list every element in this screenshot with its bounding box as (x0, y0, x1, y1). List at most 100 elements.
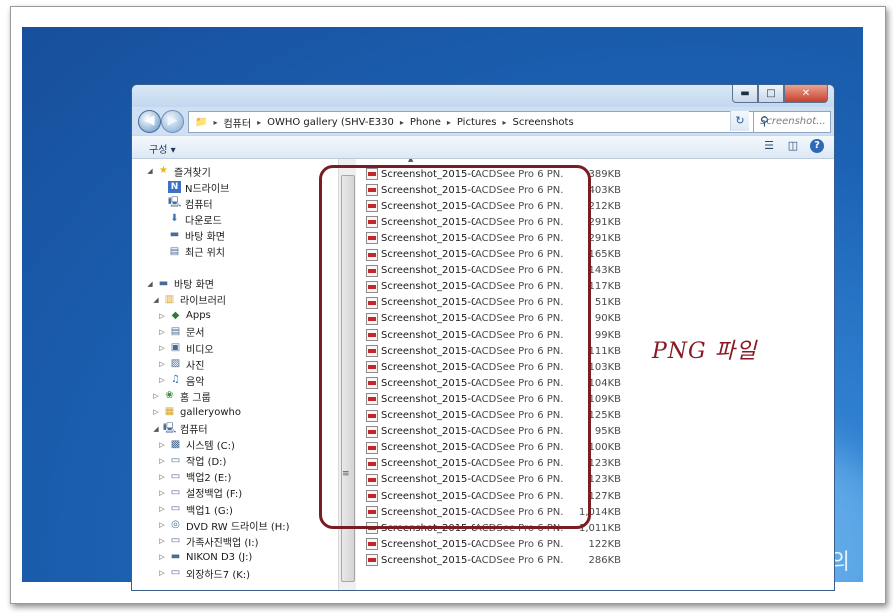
nav-tree-item[interactable]: ▷ ▭ 외장하드7 (K:) (158, 565, 250, 581)
nav-tree-item[interactable]: ▷ ▨ 사진 (158, 356, 204, 372)
nav-tree-item[interactable]: ▷ ▭ 설정백업 (F:) (158, 485, 242, 501)
nav-tree-item[interactable]: ▷ ❀ 홈 그룹 (152, 388, 211, 404)
nav-tree-item[interactable]: ▷ ◎ DVD RW 드라이브 (H:) (158, 517, 289, 533)
breadcrumb-separator-icon[interactable]: ▸ (257, 118, 261, 127)
expand-arrow-icon[interactable]: ▷ (158, 344, 166, 352)
nav-tree-item[interactable]: ▷ ▭ 작업 (D:) (158, 453, 226, 469)
library-icon: ▥ (164, 293, 175, 305)
file-type: ACDSee Pro 6 PN... (475, 538, 563, 550)
expand-arrow-icon[interactable]: ▷ (158, 312, 166, 320)
nav-tree-item[interactable]: ▷ ▬ NIKON D3 (J:) (158, 549, 252, 565)
nav-item-label: 컴퓨터 (180, 425, 208, 436)
expand-arrow-icon[interactable]: ◢ (152, 296, 160, 304)
maximize-button[interactable]: □ (758, 85, 784, 103)
nav-tree-item[interactable]: ▷ ▭ 가족사진백업 (I:) (158, 533, 259, 549)
nav-item-label: 가족사진백업 (I:) (186, 537, 259, 549)
computer-icon: 🖳 (163, 422, 177, 434)
forward-button[interactable]: ▶ (161, 110, 184, 133)
close-button[interactable]: ✕ (784, 85, 828, 103)
breadcrumb-item[interactable]: Screenshots (513, 117, 574, 128)
nav-tree-item[interactable]: ◢ ▥ 라이브러리 (152, 292, 226, 308)
nav-item-label: 작업 (D:) (186, 457, 227, 469)
file-size: 286KB (588, 554, 621, 566)
nav-tree-item[interactable]: ▷ ▭ 백업1 (G:) (158, 501, 233, 517)
nav-item-label: Apps (186, 310, 211, 322)
nav-item-label: 다운로드 (185, 215, 222, 227)
expand-arrow-icon[interactable]: ▷ (158, 537, 166, 545)
nav-tree-item[interactable]: ▷ ◆ Apps (158, 308, 211, 324)
search-box[interactable]: Screenshot... ⚲ (753, 111, 831, 133)
preview-pane-icon[interactable]: ◫ (786, 139, 800, 153)
breadcrumb-separator-icon[interactable]: ▸ (502, 118, 506, 127)
address-bar[interactable]: 📁 ▸ 컴퓨터 ▸ OWHO gallery (SHV-E330 ▸ Phone ▸ Pictu… (188, 111, 755, 133)
breadcrumb-item[interactable]: Pictures (457, 117, 497, 128)
expand-arrow-icon[interactable]: ▷ (158, 328, 166, 336)
drive-icon: ▭ (170, 535, 181, 547)
png-file-icon (366, 554, 378, 567)
dvd-icon: ◎ (171, 519, 180, 531)
file-type: ACDSee Pro 6 PN... (475, 554, 563, 566)
breadcrumb-separator-icon[interactable]: ▸ (447, 118, 451, 127)
nav-item-label: 홈 그룹 (180, 392, 211, 404)
expand-arrow-icon[interactable]: ▷ (158, 360, 166, 368)
nav-tree-item[interactable]: ▷ ▣ 비디오 (158, 340, 213, 356)
back-button[interactable]: ◀ (138, 110, 161, 133)
expand-arrow-icon[interactable]: ▷ (152, 408, 160, 416)
nav-item-label: 즐겨찾기 (174, 167, 211, 179)
nav-item-label: 라이브러리 (180, 296, 226, 308)
breadcrumb-separator-icon[interactable]: ▸ (400, 118, 404, 127)
nav-item-label: 설정백업 (F:) (186, 489, 243, 501)
nav-tree-item[interactable]: 🖳 컴퓨터 (157, 195, 213, 211)
view-options-icon[interactable]: ☰ (762, 139, 776, 153)
nav-tree-item[interactable]: ▬ 바탕 화면 (157, 227, 225, 243)
breadcrumb-item[interactable]: OWHO gallery (SHV-E330 (267, 117, 394, 128)
navigation-bar: ◀ ▶ 📁 ▸ 컴퓨터 ▸ OWHO gallery (SHV-E330 ▸ Phone ▸ P… (132, 107, 834, 135)
nav-tree-item[interactable]: ▤ 최근 위치 (157, 244, 225, 260)
expand-arrow-icon[interactable]: ▷ (158, 473, 166, 481)
breadcrumb-item[interactable]: Phone (410, 117, 441, 128)
nav-tree-item[interactable]: ▷ ▩ 시스템 (C:) (158, 437, 235, 453)
organize-button[interactable]: 구성 ▾ (149, 141, 176, 156)
expand-arrow-icon[interactable]: ▷ (158, 441, 166, 449)
file-row[interactable]: Screenshot_2015-0...ACDSee Pro 6 PN... 28… (366, 552, 621, 568)
minimize-button[interactable]: ▬ (732, 85, 758, 103)
expand-arrow-icon[interactable]: ▷ (158, 457, 166, 465)
nav-item-label: 시스템 (C:) (186, 441, 235, 453)
expand-arrow-icon[interactable]: ▷ (152, 392, 160, 400)
apps-icon: ◆ (171, 309, 180, 321)
nav-tree-item[interactable]: N N드라이브 (157, 179, 229, 195)
expand-arrow-icon[interactable]: ◢ (152, 425, 160, 433)
breadcrumb-item[interactable]: 컴퓨터 (223, 115, 251, 130)
nav-tree-item[interactable]: ▷ ▤ 문서 (158, 324, 204, 340)
expand-arrow-icon[interactable]: ▷ (158, 489, 166, 497)
nav-item-label: 백업2 (E:) (186, 473, 232, 485)
nav-tree-item[interactable]: ◢ ▬ 바탕 화면 (146, 276, 214, 292)
nav-tree-item[interactable]: ◢ 🖳 컴퓨터 (152, 421, 208, 437)
desktop-icon: ▬ (169, 229, 180, 241)
expand-arrow-icon[interactable]: ▷ (158, 376, 166, 384)
breadcrumb-separator-icon[interactable]: ▸ (213, 118, 217, 127)
nav-tree-item[interactable]: ◢ ★ 즐겨찾기 (146, 163, 211, 179)
refresh-button[interactable]: ↻ (730, 111, 749, 131)
expand-arrow-icon[interactable]: ▷ (158, 569, 166, 577)
user-folder-icon: ▦ (164, 406, 175, 418)
highlight-outline (319, 165, 591, 529)
expand-arrow-icon[interactable]: ◢ (146, 280, 154, 288)
nav-tree-item[interactable]: ▷ ♫ 음악 (158, 372, 204, 388)
expand-arrow-icon[interactable]: ▷ (158, 505, 166, 513)
picture-icon: ▨ (170, 358, 181, 370)
nav-tree-item[interactable]: ⬇ 다운로드 (157, 211, 222, 227)
expand-arrow-icon[interactable]: ◢ (146, 167, 154, 175)
music-icon: ♫ (171, 374, 180, 386)
computer-icon: 🖳 (168, 197, 182, 209)
nav-tree-item[interactable]: ▷ ▭ 백업2 (E:) (158, 469, 231, 485)
nav-tree-item[interactable]: ▷ ▦ galleryowho (152, 404, 241, 420)
search-icon[interactable]: ⚲ (760, 114, 827, 128)
nav-item-label: 최근 위치 (185, 248, 225, 259)
title-bar[interactable]: ▬ □ ✕ (132, 85, 834, 107)
file-row[interactable]: Screenshot_2015-0...ACDSee Pro 6 PN... 12… (366, 536, 621, 552)
help-icon[interactable]: ? (810, 139, 824, 153)
expand-arrow-icon[interactable]: ▷ (158, 521, 166, 529)
expand-arrow-icon[interactable]: ▷ (158, 553, 166, 561)
nav-item-label: 음악 (186, 376, 205, 388)
